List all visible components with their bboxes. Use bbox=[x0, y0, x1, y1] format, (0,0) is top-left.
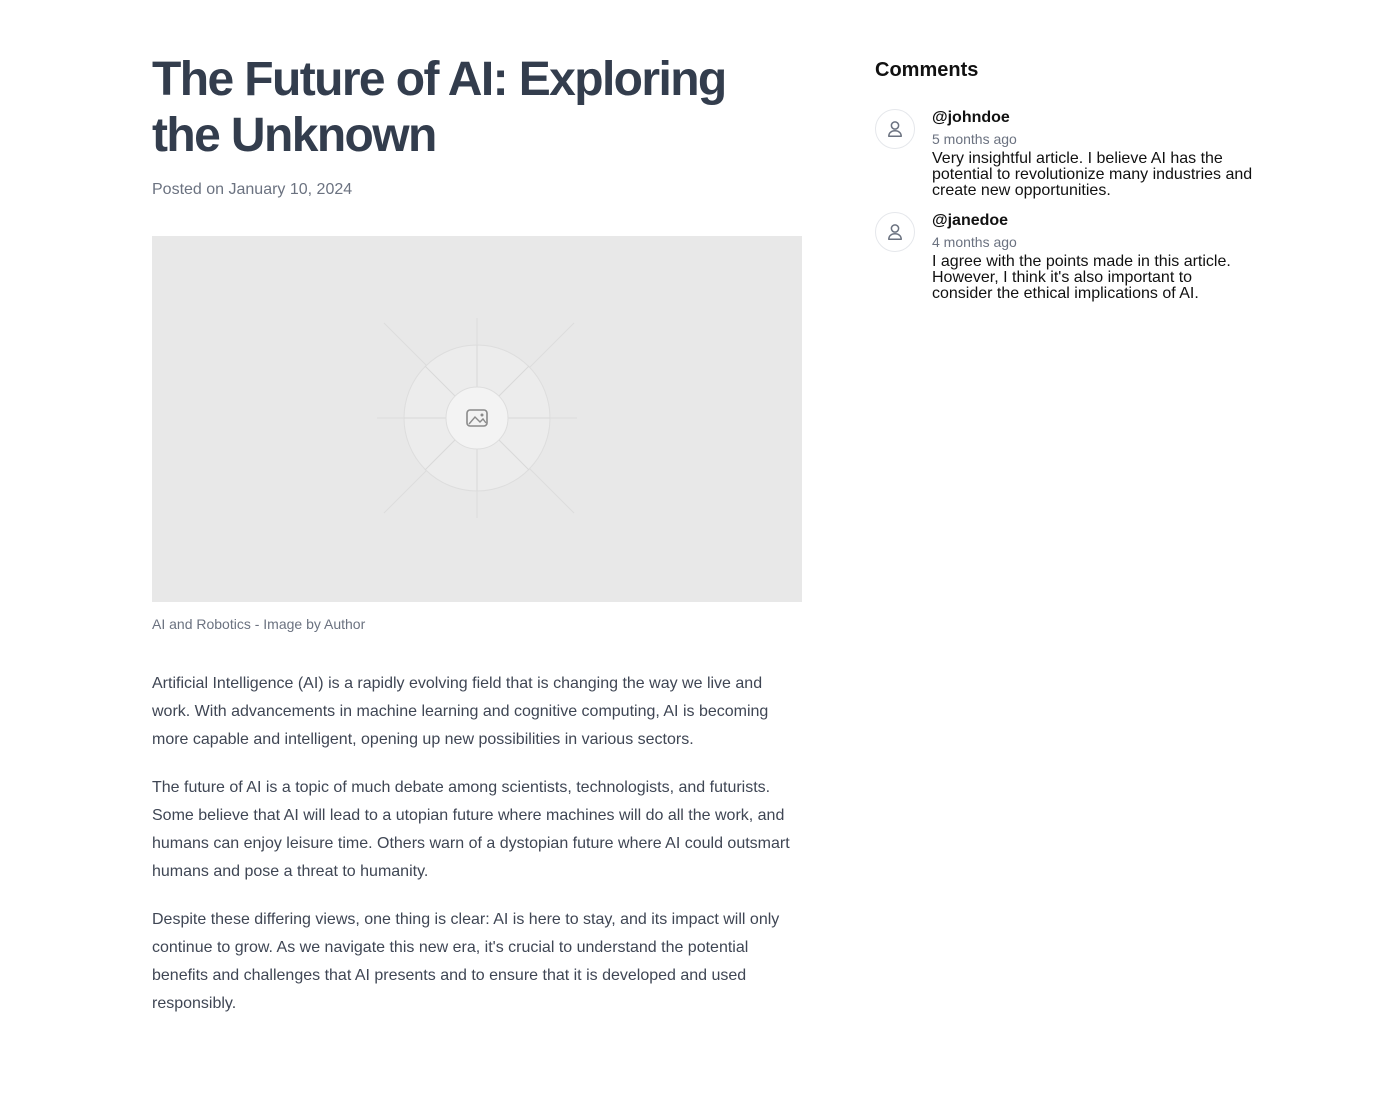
comment-username: @janedoe bbox=[932, 212, 1009, 229]
comment-text: I agree with the points made in this art… bbox=[932, 253, 1231, 302]
comment-item: @johndoe 5 months ago Very insightful ar… bbox=[875, 108, 1255, 199]
article-paragraph: Artificial Intelligence (AI) is a rapidl… bbox=[152, 675, 769, 748]
image-caption: AI and Robotics - Image by Author bbox=[152, 616, 366, 632]
comment-timestamp: 5 months ago bbox=[932, 131, 1017, 147]
avatar bbox=[875, 109, 915, 149]
image-placeholder bbox=[152, 236, 802, 602]
avatar bbox=[875, 212, 915, 252]
comment-timestamp: 4 months ago bbox=[932, 234, 1017, 250]
article-body: Artificial Intelligence (AI) is a rapidl… bbox=[152, 670, 802, 1018]
comments-title: Comments bbox=[875, 59, 979, 81]
comment-text: Very insightful article. I believe AI ha… bbox=[932, 150, 1253, 199]
comment-username: @johndoe bbox=[932, 109, 1010, 126]
user-icon bbox=[888, 224, 902, 240]
article-title: The Future of AI: Exploring the Unknown bbox=[152, 53, 727, 162]
comment-content: @johndoe 5 months ago Very insightful ar… bbox=[932, 108, 1255, 199]
comments-sidebar: Comments @johndoe 5 months ago Very insi… bbox=[875, 57, 1255, 314]
article-figure: AI and Robotics - Image by Author bbox=[152, 236, 802, 634]
post-date: Posted on January 10, 2024 bbox=[152, 181, 353, 198]
comment-content: @janedoe 4 months ago I agree with the p… bbox=[932, 211, 1255, 302]
image-placeholder-graphic bbox=[377, 318, 577, 518]
article-paragraph: The future of AI is a topic of much deba… bbox=[152, 779, 790, 880]
comment-item: @janedoe 4 months ago I agree with the p… bbox=[875, 211, 1255, 302]
article: The Future of AI: Exploring the Unknown … bbox=[152, 52, 802, 1038]
user-icon bbox=[888, 121, 902, 137]
article-paragraph: Despite these differing views, one thing… bbox=[152, 911, 780, 1012]
